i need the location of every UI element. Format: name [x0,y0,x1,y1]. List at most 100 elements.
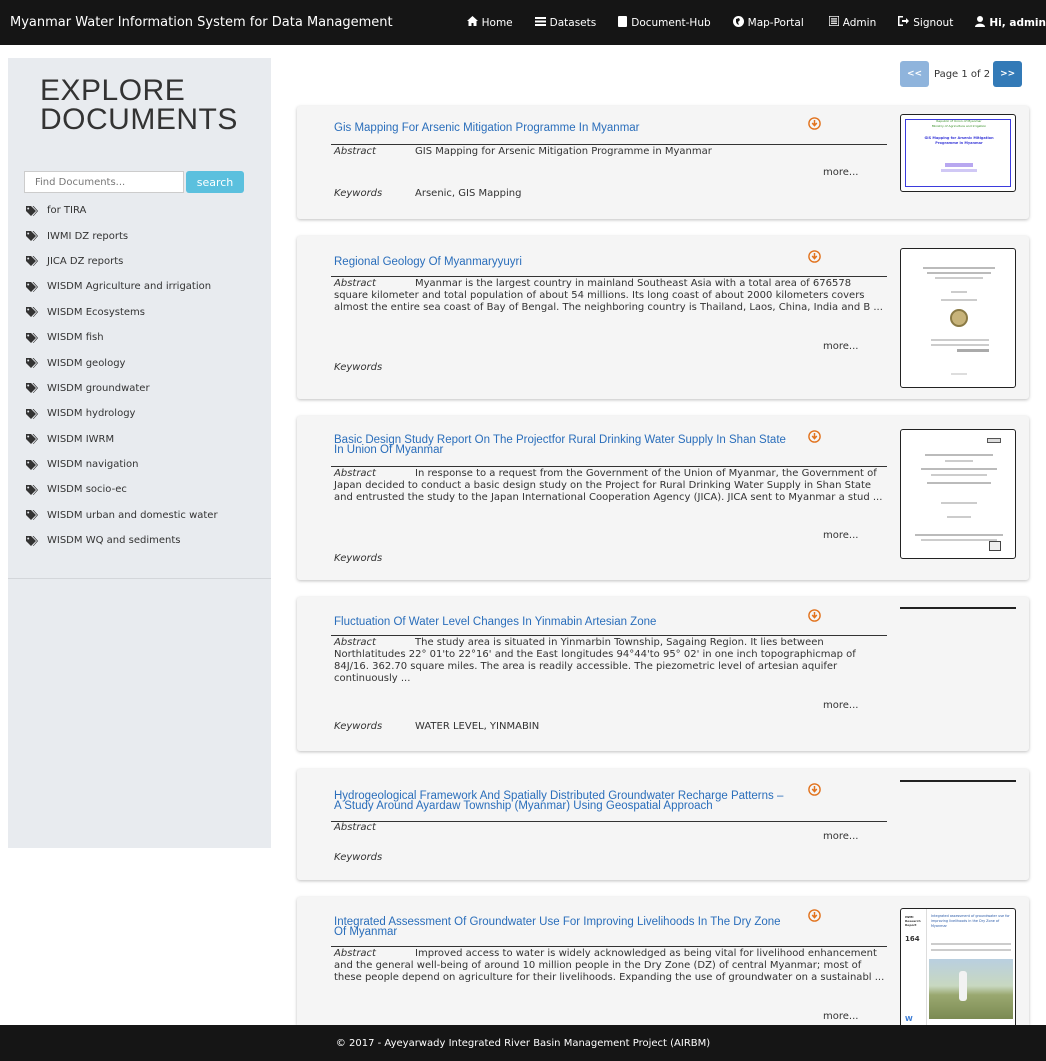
thumbnail-text: Republic of Union of Myanmar [936,119,982,123]
tags-icon [26,307,38,318]
tag-item[interactable]: WISDM Ecosystems [26,300,218,325]
download-icon[interactable] [808,909,821,922]
more-link[interactable]: more... [823,167,858,178]
tag-label: WISDM groundwater [47,382,150,394]
nav-document-hub[interactable]: Document-Hub [618,15,711,30]
nav-admin[interactable]: Admin [828,15,876,29]
tag-item[interactable]: WISDM navigation [26,452,218,477]
tag-item[interactable]: WISDM IWRM [26,427,218,452]
document-thumbnail[interactable]: Republic of Union of Myanmar Ministry of… [900,114,1016,192]
thumbnail-graphic [951,373,967,375]
document-title[interactable]: Fluctuation Of Water Level Changes In Yi… [334,616,789,628]
tag-item[interactable]: WISDM urban and domestic water [26,503,218,528]
document-card: Regional Geology Of Myanmaryyuyri Abstra… [297,236,1029,399]
tag-item[interactable]: WISDM hydrology [26,401,218,426]
thumbnail-graphic [921,468,997,470]
abstract-text: Improved access to water is widely ackno… [334,948,885,983]
tag-label: WISDM IWRM [47,433,115,445]
tag-label: WISDM urban and domestic water [47,509,218,521]
page-title: EXPLORE DOCUMENTS [40,74,238,135]
tags-icon [26,256,38,267]
download-icon[interactable] [808,117,821,130]
download-icon[interactable] [808,783,821,796]
nav-signout[interactable]: Signout [898,16,953,29]
sidebar: EXPLORE DOCUMENTS search for TIRA IWMI DZ… [8,58,271,848]
signout-icon [898,16,910,29]
keywords-text: Arsenic, GIS Mapping [415,188,522,199]
thumbnail-graphic [941,299,977,301]
thumbnail-graphic [945,460,973,462]
tag-item[interactable]: WISDM WQ and sediments [26,528,218,553]
tag-item[interactable]: WISDM Agriculture and irrigation [26,274,218,299]
download-icon[interactable] [808,250,821,263]
thumbnail-side-panel [901,909,927,1025]
document-title[interactable]: Basic Design Study Report On The Project… [334,434,789,456]
nav-datasets-label: Datasets [549,16,597,29]
thumbnail-graphic [921,539,997,541]
thumbnail-graphic [941,502,977,504]
document-thumbnail[interactable] [900,780,1016,782]
next-page-button[interactable]: >> [993,61,1023,87]
nav-document-hub-label: Document-Hub [631,16,711,29]
document-title[interactable]: Regional Geology Of Myanmaryyuyri [334,256,789,268]
more-link[interactable]: more... [823,530,858,541]
thumbnail-graphic [925,454,993,456]
tags-icon [26,484,38,495]
prev-page-button[interactable]: << [900,61,929,87]
nav-map-portal[interactable]: Map-Portal [732,15,804,30]
tag-item[interactable]: WISDM geology [26,350,218,375]
keywords-label: Keywords [334,188,383,199]
tag-label: WISDM socio-ec [47,484,127,496]
thumbnail-graphic [931,344,989,346]
tags-icon [26,535,38,546]
tag-item[interactable]: IWMI DZ reports [26,223,218,248]
tag-item[interactable]: JICA DZ reports [26,249,218,274]
tag-label: WISDM navigation [47,459,139,471]
document-title[interactable]: Integrated Assessment Of Groundwater Use… [334,916,789,938]
tags-icon [26,358,38,369]
search-button[interactable]: search [186,171,244,193]
app-brand[interactable]: Myanmar Water Information System for Dat… [0,15,449,30]
more-link[interactable]: more... [823,700,858,711]
search-input[interactable] [24,171,184,193]
nav-datasets[interactable]: Datasets [534,16,597,29]
keywords-text: WATER LEVEL, YINMABIN [415,721,540,732]
document-title[interactable]: Hydrogeological Framework And Spatially … [334,790,789,812]
more-link[interactable]: more... [823,831,858,842]
thumbnail-seal [950,309,968,327]
tag-label: WISDM hydrology [47,408,136,420]
document-thumbnail[interactable] [900,607,1016,609]
tag-label: JICA DZ reports [47,255,124,267]
top-navbar: Myanmar Water Information System for Dat… [0,0,1046,45]
download-icon[interactable] [808,430,821,443]
nav-home[interactable]: Home [466,16,513,29]
tag-item[interactable]: WISDM fish [26,325,218,350]
tags-icon [26,231,38,242]
thumbnail-photo [929,959,1013,1019]
more-link[interactable]: more... [823,341,858,352]
thumbnail-graphic [957,349,989,352]
user-icon [975,15,986,30]
document-thumbnail[interactable] [900,248,1016,388]
tag-item[interactable]: for TIRA [26,198,218,223]
list-icon [828,15,840,29]
divider [331,466,887,467]
tags-icon [26,510,38,521]
tag-item[interactable]: WISDM groundwater [26,376,218,401]
download-icon[interactable] [808,609,821,622]
document-thumbnail[interactable] [900,429,1016,559]
divider [331,821,887,822]
nav-links: Home Datasets Document-Hub Map-Portal Ad… [449,15,1046,30]
tags-icon [26,434,38,445]
divider [331,635,887,636]
more-link[interactable]: more... [823,1011,858,1022]
document-thumbnail[interactable]: IWMI Research Report 164 Integrated asse… [900,908,1016,1025]
page-title-line1: EXPLORE [40,74,186,107]
document-card: Basic Design Study Report On The Project… [297,416,1029,580]
document-title[interactable]: Gis Mapping For Arsenic Mitigation Progr… [334,122,789,134]
nav-signout-label: Signout [913,16,954,29]
thumbnail-graphic [915,534,1003,536]
keywords-label: Keywords [334,553,383,564]
tag-item[interactable]: WISDM socio-ec [26,477,218,502]
nav-user[interactable]: Hi, admin [975,15,1046,30]
